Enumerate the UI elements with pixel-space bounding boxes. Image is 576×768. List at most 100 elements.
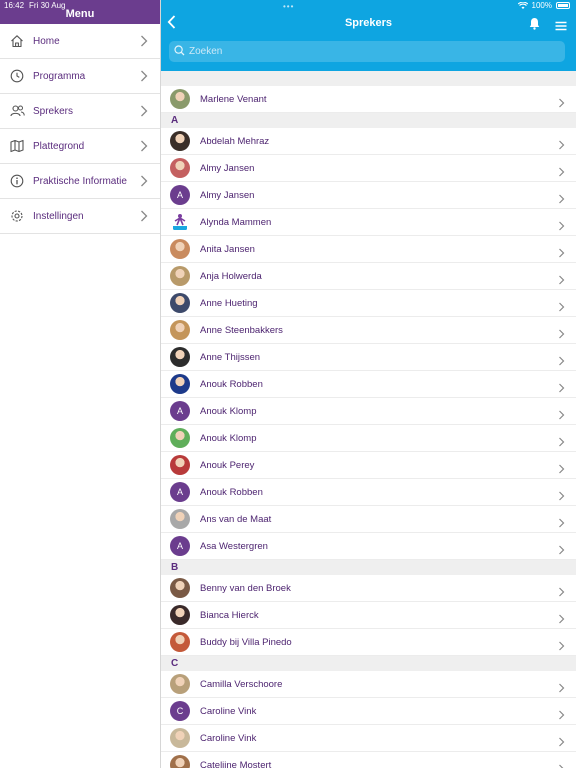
speaker-name: Anne Thijssen: [200, 351, 261, 363]
sidebar-item-instellingen[interactable]: Instellingen: [0, 199, 160, 234]
list-item[interactable]: Catelijne Mostert: [161, 752, 576, 768]
sidebar-item-home[interactable]: Home: [0, 24, 160, 59]
speaker-name: Anne Steenbakkers: [200, 324, 283, 336]
speaker-name: Buddy bij Villa Pinedo: [200, 636, 292, 648]
avatar: [170, 158, 190, 178]
speaker-name: Ans van de Maat: [200, 513, 272, 525]
search-icon: [174, 43, 185, 61]
list-item[interactable]: A Asa Westergren: [161, 533, 576, 560]
chevron-right-icon: [558, 707, 565, 725]
chevron-right-icon: [558, 488, 565, 506]
header-bar: Sprekers: [161, 0, 576, 71]
chevron-right-icon: [558, 611, 565, 629]
list-item[interactable]: Bianca Hierck: [161, 602, 576, 629]
speaker-name: Benny van den Broek: [200, 582, 291, 594]
avatar: [170, 455, 190, 475]
speaker-name: Caroline Vink: [200, 732, 257, 744]
avatar-initial: A: [170, 185, 190, 205]
list-item[interactable]: Caroline Vink: [161, 725, 576, 752]
multitasking-dots-icon[interactable]: •••: [283, 2, 294, 11]
chevron-right-icon: [558, 245, 565, 263]
list-item[interactable]: Anja Holwerda: [161, 263, 576, 290]
list-item[interactable]: Anne Thijssen: [161, 344, 576, 371]
speaker-name: Anja Holwerda: [200, 270, 262, 282]
list-top-spacer: [161, 71, 576, 86]
speaker-name: Anouk Perey: [200, 459, 255, 471]
list-item[interactable]: Alynda Mammen: [161, 209, 576, 236]
speaker-name: Marlene Venant: [200, 93, 267, 105]
chevron-right-icon: [140, 209, 148, 227]
list-item[interactable]: Anouk Robben: [161, 371, 576, 398]
settings-icon: [9, 208, 25, 224]
speaker-name: Anita Jansen: [200, 243, 255, 255]
list-item[interactable]: A Almy Jansen: [161, 182, 576, 209]
list-item[interactable]: Anne Hueting: [161, 290, 576, 317]
avatar: [170, 632, 190, 652]
avatar: [170, 239, 190, 259]
list-item[interactable]: A Anouk Robben: [161, 479, 576, 506]
list-item[interactable]: Almy Jansen: [161, 155, 576, 182]
home-icon: [9, 33, 25, 49]
avatar: [170, 674, 190, 694]
chevron-right-icon: [558, 515, 565, 533]
chevron-right-icon: [558, 164, 565, 182]
list-item[interactable]: Abdelah Mehraz: [161, 128, 576, 155]
chevron-right-icon: [140, 69, 148, 87]
list-item[interactable]: Anita Jansen: [161, 236, 576, 263]
expo-logo-icon: [170, 212, 190, 232]
status-bar-left: 16:42 Fri 30 Aug: [4, 1, 71, 10]
speaker-name: Almy Jansen: [200, 162, 255, 174]
speaker-name: Alynda Mammen: [200, 216, 272, 228]
chevron-right-icon: [558, 272, 565, 290]
chevron-right-icon: [558, 326, 565, 344]
list-item[interactable]: Buddy bij Villa Pinedo: [161, 629, 576, 656]
avatar: [170, 89, 190, 109]
chevron-right-icon: [558, 461, 565, 479]
list-item[interactable]: A Anouk Klomp: [161, 398, 576, 425]
speaker-name: Anouk Robben: [200, 486, 263, 498]
chevron-right-icon: [558, 542, 565, 560]
speaker-name: Anouk Klomp: [200, 432, 257, 444]
list-item[interactable]: Anouk Klomp: [161, 425, 576, 452]
chevron-right-icon: [558, 434, 565, 452]
avatar: [170, 293, 190, 313]
list-item[interactable]: Ans van de Maat: [161, 506, 576, 533]
list-item[interactable]: Camilla Verschoore: [161, 671, 576, 698]
list-item[interactable]: Anouk Perey: [161, 452, 576, 479]
list-item[interactable]: C Caroline Vink: [161, 698, 576, 725]
sidebar-item-sprekers[interactable]: Sprekers: [0, 94, 160, 129]
avatar: [170, 428, 190, 448]
chevron-right-icon: [558, 734, 565, 752]
chevron-right-icon: [558, 299, 565, 317]
list-item[interactable]: Anne Steenbakkers: [161, 317, 576, 344]
avatar: [170, 266, 190, 286]
sidebar-item-label: Instellingen: [33, 210, 84, 222]
search-bar[interactable]: [169, 41, 565, 62]
battery-percentage: 100%: [531, 1, 552, 10]
avatar: [170, 728, 190, 748]
clock-icon: [9, 68, 25, 84]
chevron-right-icon: [558, 191, 565, 209]
chevron-right-icon: [140, 139, 148, 157]
avatar: [170, 509, 190, 529]
page-title: Sprekers: [344, 17, 393, 29]
chevron-right-icon: [558, 407, 565, 425]
section-header-c: C: [161, 656, 576, 671]
sidebar-item-programma[interactable]: Programma: [0, 59, 160, 94]
people-icon: [9, 103, 25, 119]
bell-icon[interactable]: [529, 17, 540, 35]
battery-icon: [556, 2, 570, 9]
chevron-right-icon: [558, 353, 565, 371]
search-input[interactable]: [189, 46, 549, 57]
avatar-initial: A: [170, 401, 190, 421]
speaker-name: Anouk Robben: [200, 378, 263, 390]
sidebar-item-label: Plattegrond: [33, 140, 85, 152]
hamburger-icon[interactable]: [555, 18, 567, 36]
sidebar-item-plattegrond[interactable]: Plattegrond: [0, 129, 160, 164]
status-bar-right: 100%: [517, 1, 570, 10]
list-item[interactable]: Benny van den Broek: [161, 575, 576, 602]
list-item[interactable]: Marlene Venant: [161, 86, 576, 113]
speaker-name: Camilla Verschoore: [200, 678, 283, 690]
sidebar-item-praktische-informatie[interactable]: Praktische Informatie: [0, 164, 160, 199]
status-time: 16:42: [4, 1, 25, 10]
